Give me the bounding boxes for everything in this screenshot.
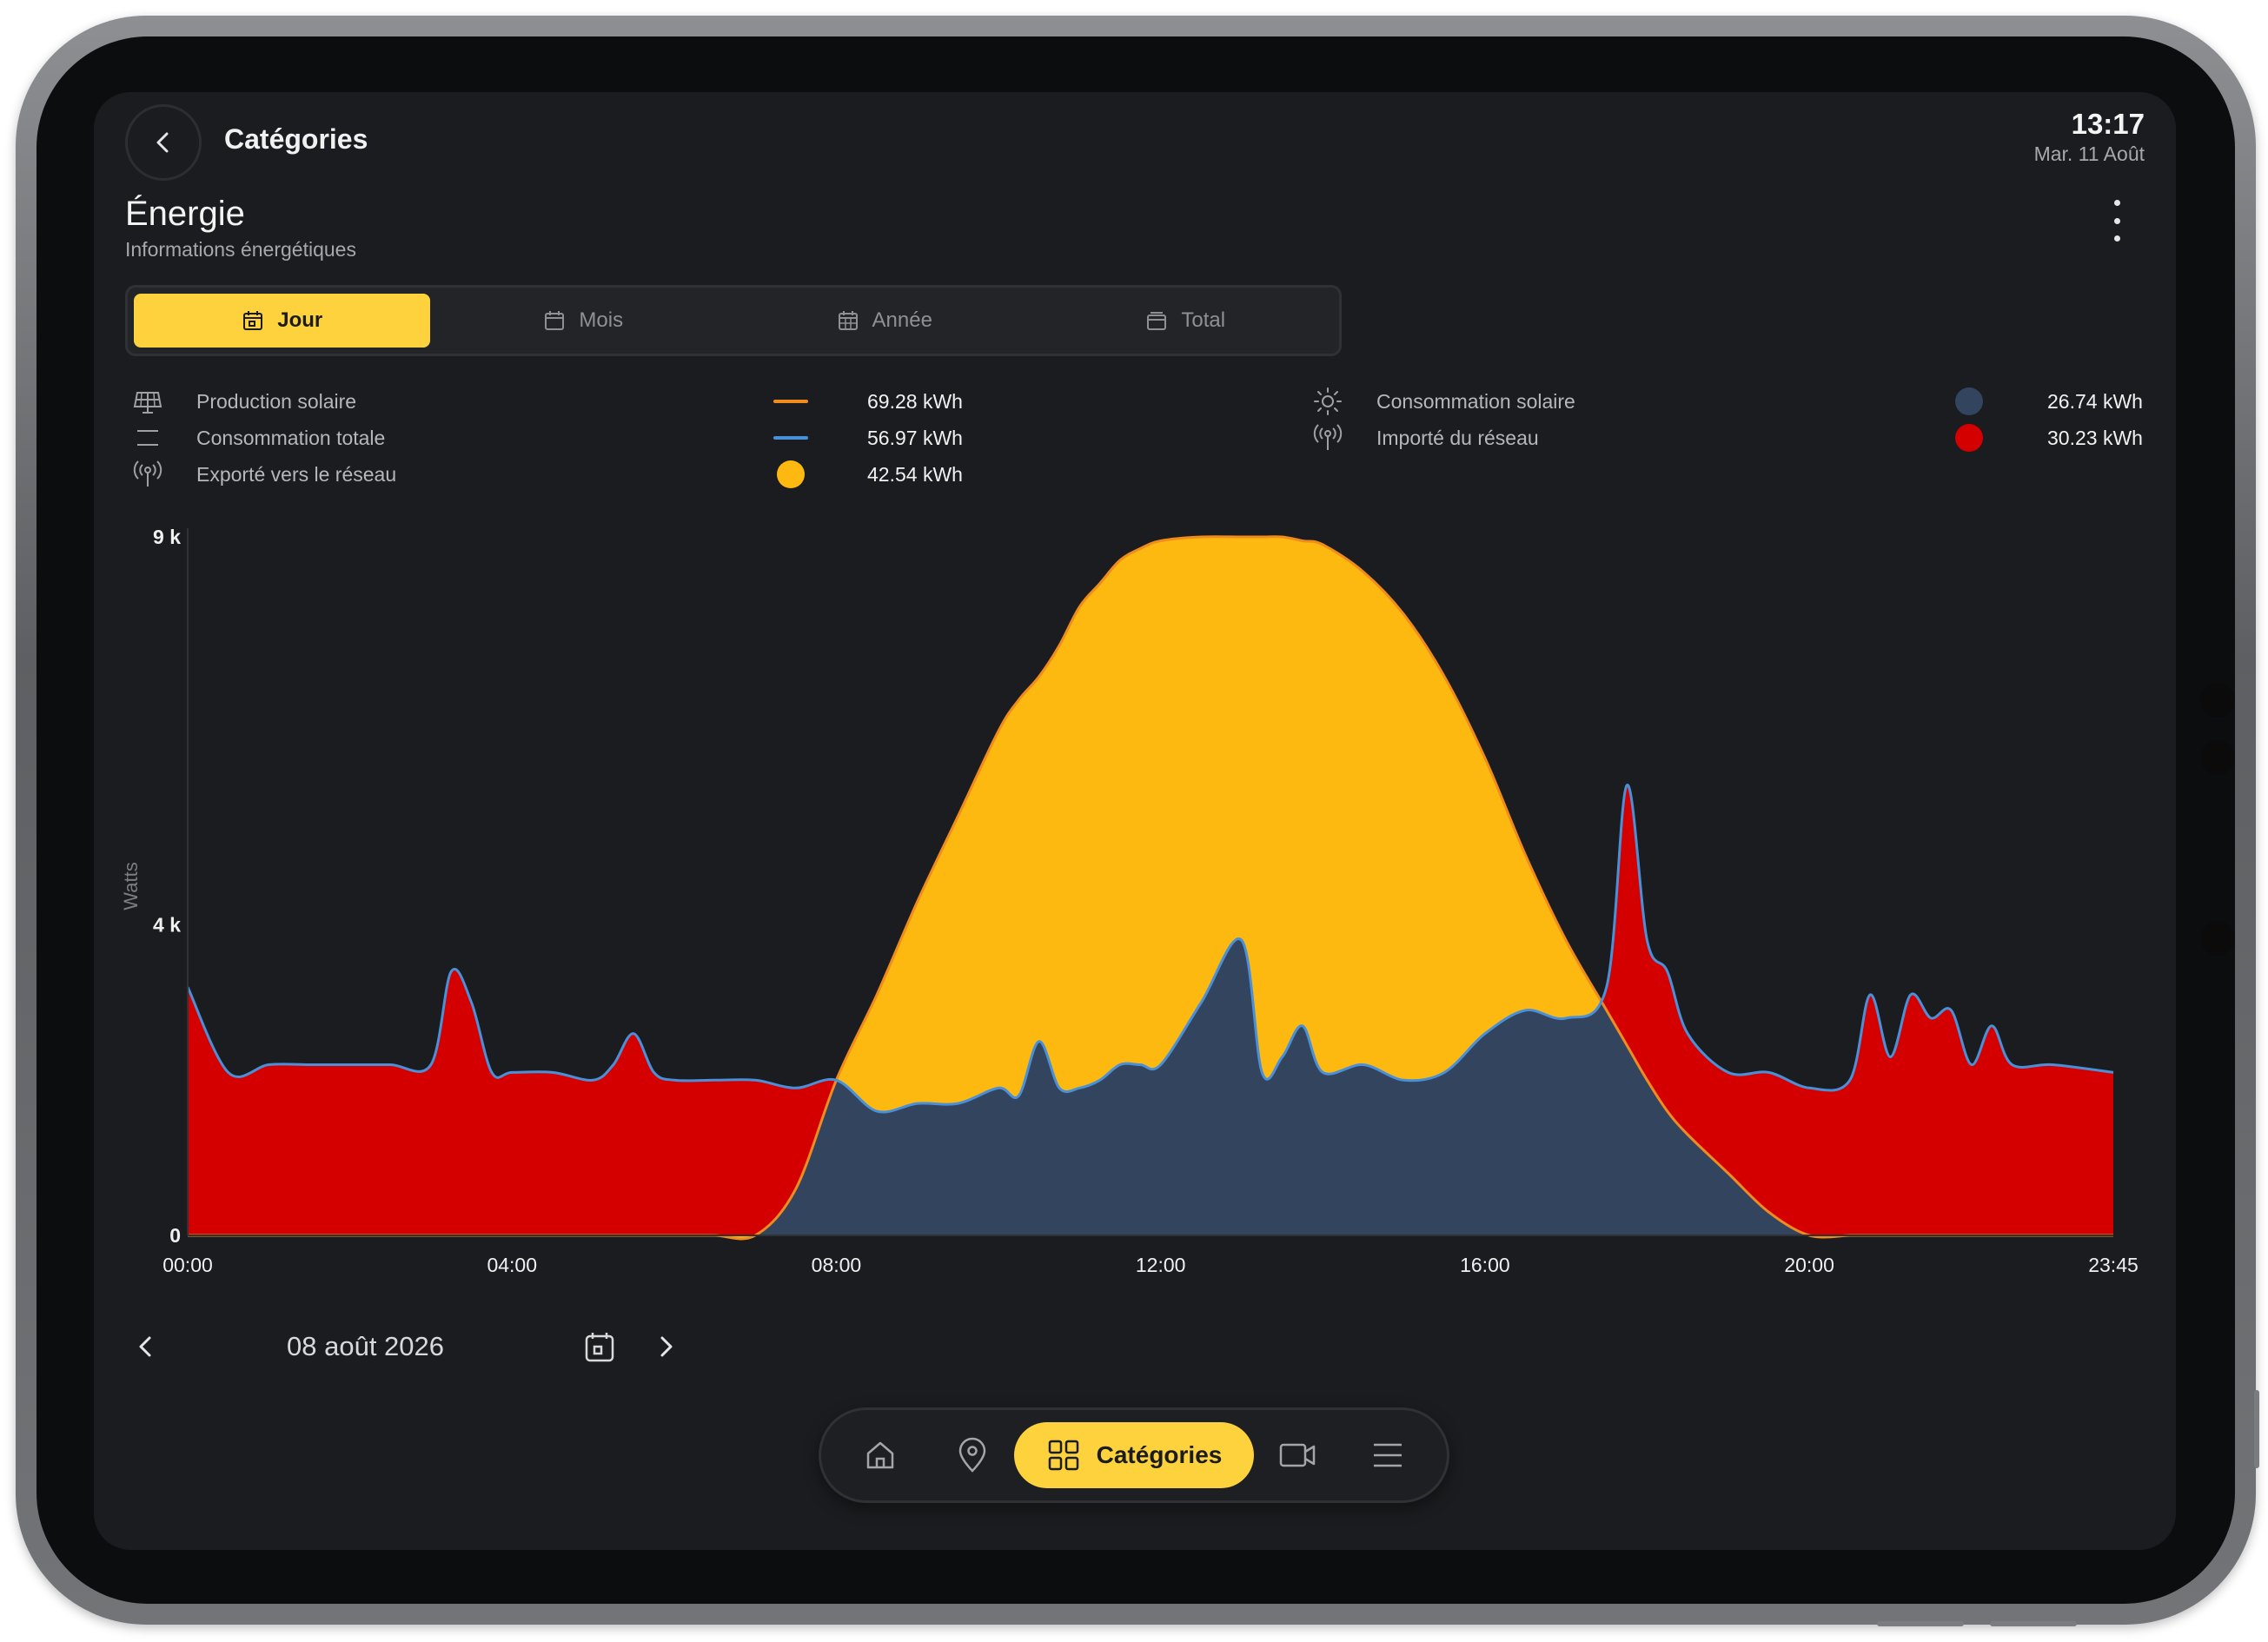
side-button — [2254, 1390, 2259, 1468]
y-axis-title: Watts — [120, 862, 142, 910]
chevron-right-icon — [660, 1336, 673, 1357]
bottom-button — [1877, 1621, 1964, 1626]
nav-camera[interactable] — [1264, 1422, 1330, 1488]
energy-chart: 0 4 k 9 k Watts 00:00 04:00 08:00 12:00 16:00 20:… — [120, 526, 2139, 1276]
x-tick-label: 20:00 — [1784, 1254, 1834, 1276]
x-tick-label: 00:00 — [162, 1254, 213, 1276]
nav-categories-label: Catégories — [1096, 1441, 1223, 1468]
y-tick-label: 0 — [169, 1224, 181, 1247]
x-tick-label: 12:00 — [1136, 1254, 1186, 1276]
next-day-button[interactable] — [645, 1326, 686, 1367]
bottom-navigation: Catégories — [819, 1407, 1449, 1503]
date-picker-button[interactable] — [579, 1326, 620, 1367]
x-tick-label: 23:45 — [2088, 1254, 2139, 1276]
x-tick-label: 16:00 — [1460, 1254, 1510, 1276]
current-date-label: 08 août 2026 — [287, 1331, 445, 1361]
x-tick-label: 04:00 — [487, 1254, 537, 1276]
location-pin-icon — [958, 1437, 986, 1473]
home-icon — [866, 1441, 894, 1469]
nav-categories[interactable]: Catégories — [1014, 1422, 1254, 1488]
chevron-left-icon — [139, 1336, 151, 1357]
calendar-day-icon — [585, 1333, 614, 1362]
nav-location[interactable] — [939, 1422, 1005, 1488]
grid-icon — [1048, 1440, 1078, 1471]
x-tick-label: 08:00 — [812, 1254, 862, 1276]
previous-day-button[interactable] — [125, 1326, 167, 1367]
app-screen: Catégories 13:17 Mar. 11 Août Énergie In… — [94, 92, 2176, 1550]
bottom-button — [1990, 1621, 2077, 1626]
y-tick-label: 9 k — [153, 526, 181, 548]
nav-menu[interactable] — [1355, 1422, 1421, 1488]
y-tick-label: 4 k — [153, 914, 181, 937]
video-camera-icon — [1279, 1443, 1316, 1467]
menu-icon — [1374, 1443, 1402, 1467]
nav-home[interactable] — [847, 1422, 913, 1488]
